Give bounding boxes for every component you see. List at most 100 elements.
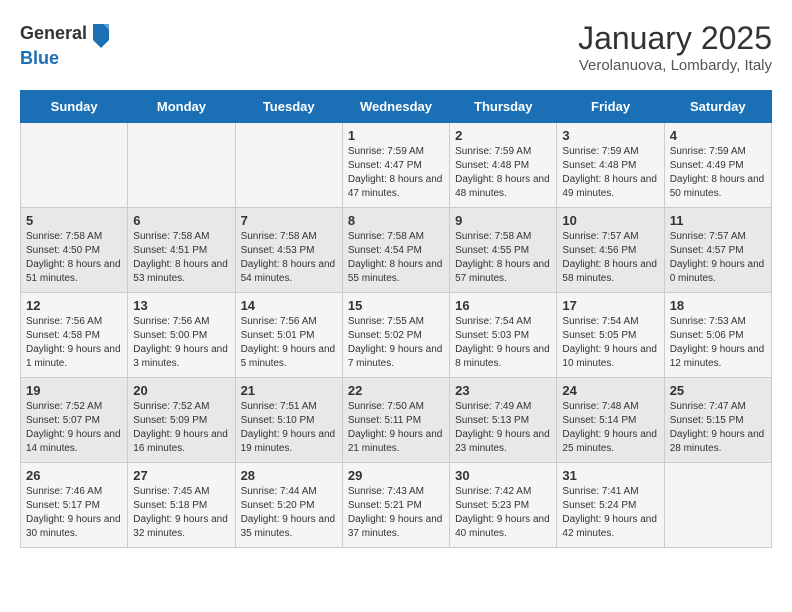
day-info: Sunrise: 7:54 AM Sunset: 5:03 PM Dayligh…: [455, 315, 551, 371]
calendar-day-cell: 19Sunrise: 7:52 AM Sunset: 5:07 PM Dayli…: [21, 378, 128, 463]
calendar-day-cell: 25 Sunrise: 7:47 AM Sunset: 5:15 PM Dayli…: [664, 378, 771, 463]
day-number: 18: [670, 298, 766, 313]
day-info: Sunrise: 7:58 AM Sunset: 4:50 PM Dayligh…: [26, 230, 122, 286]
day-number: 8: [348, 213, 444, 228]
weekday-header-row: SundayMondayTuesdayWednesdayThursdayFrid…: [21, 91, 772, 123]
calendar-day-cell: 8 Sunrise: 7:58 AM Sunset: 4:54 PM Daylig…: [342, 208, 449, 293]
calendar-day-cell: 13 Sunrise: 7:56 AM Sunset: 5:00 PM Dayli…: [128, 293, 235, 378]
day-number: 4: [670, 128, 766, 143]
day-info: Sunrise: 7:43 AM Sunset: 5:21 PM Dayligh…: [348, 485, 444, 541]
day-info: Sunrise: 7:59 AM Sunset: 4:48 PM Dayligh…: [562, 145, 658, 201]
calendar-title: January 2025: [578, 20, 772, 57]
calendar-header: SundayMondayTuesdayWednesdayThursdayFrid…: [21, 91, 772, 123]
day-info: Sunrise: 7:49 AM Sunset: 5:13 PM Dayligh…: [455, 400, 551, 456]
day-number: 25: [670, 383, 766, 398]
calendar-day-cell: 12Sunrise: 7:56 AM Sunset: 4:58 PM Dayli…: [21, 293, 128, 378]
day-number: 16: [455, 298, 551, 313]
day-number: 26: [26, 468, 122, 483]
day-info: Sunrise: 7:53 AM Sunset: 5:06 PM Dayligh…: [670, 315, 766, 371]
day-info: Sunrise: 7:58 AM Sunset: 4:54 PM Dayligh…: [348, 230, 444, 286]
day-number: 15: [348, 298, 444, 313]
calendar-day-cell: 17 Sunrise: 7:54 AM Sunset: 5:05 PM Dayli…: [557, 293, 664, 378]
calendar-week-row: 1Sunrise: 7:59 AM Sunset: 4:47 PM Daylig…: [21, 123, 772, 208]
day-number: 31: [562, 468, 658, 483]
calendar-week-row: 19Sunrise: 7:52 AM Sunset: 5:07 PM Dayli…: [21, 378, 772, 463]
day-info: Sunrise: 7:45 AM Sunset: 5:18 PM Dayligh…: [133, 485, 229, 541]
calendar-day-cell: [664, 463, 771, 548]
calendar-day-cell: 9 Sunrise: 7:58 AM Sunset: 4:55 PM Daylig…: [450, 208, 557, 293]
weekday-header-cell: Sunday: [21, 91, 128, 123]
day-info: Sunrise: 7:56 AM Sunset: 5:01 PM Dayligh…: [241, 315, 337, 371]
calendar-week-row: 12Sunrise: 7:56 AM Sunset: 4:58 PM Dayli…: [21, 293, 772, 378]
calendar-day-cell: 31Sunrise: 7:41 AM Sunset: 5:24 PM Dayli…: [557, 463, 664, 548]
calendar-day-cell: [21, 123, 128, 208]
day-number: 3: [562, 128, 658, 143]
weekday-header-cell: Tuesday: [235, 91, 342, 123]
day-number: 28: [241, 468, 337, 483]
day-number: 6: [133, 213, 229, 228]
day-number: 30: [455, 468, 551, 483]
day-info: Sunrise: 7:46 AM Sunset: 5:17 PM Dayligh…: [26, 485, 122, 541]
calendar-table: SundayMondayTuesdayWednesdayThursdayFrid…: [20, 90, 772, 548]
day-info: Sunrise: 7:54 AM Sunset: 5:05 PM Dayligh…: [562, 315, 658, 371]
weekday-header-cell: Wednesday: [342, 91, 449, 123]
day-number: 11: [670, 213, 766, 228]
calendar-day-cell: 5Sunrise: 7:58 AM Sunset: 4:50 PM Daylig…: [21, 208, 128, 293]
calendar-week-row: 5Sunrise: 7:58 AM Sunset: 4:50 PM Daylig…: [21, 208, 772, 293]
calendar-day-cell: 21 Sunrise: 7:51 AM Sunset: 5:10 PM Dayli…: [235, 378, 342, 463]
calendar-day-cell: 22Sunrise: 7:50 AM Sunset: 5:11 PM Dayli…: [342, 378, 449, 463]
day-number: 21: [241, 383, 337, 398]
day-number: 29: [348, 468, 444, 483]
day-info: Sunrise: 7:44 AM Sunset: 5:20 PM Dayligh…: [241, 485, 337, 541]
day-info: Sunrise: 7:52 AM Sunset: 5:07 PM Dayligh…: [26, 400, 122, 456]
calendar-week-row: 26 Sunrise: 7:46 AM Sunset: 5:17 PM Dayli…: [21, 463, 772, 548]
day-number: 17: [562, 298, 658, 313]
day-info: Sunrise: 7:48 AM Sunset: 5:14 PM Dayligh…: [562, 400, 658, 456]
day-number: 9: [455, 213, 551, 228]
logo-blue: Blue: [20, 48, 113, 70]
day-number: 23: [455, 383, 551, 398]
calendar-day-cell: 28 Sunrise: 7:44 AM Sunset: 5:20 PM Dayli…: [235, 463, 342, 548]
calendar-day-cell: 20Sunrise: 7:52 AM Sunset: 5:09 PM Dayli…: [128, 378, 235, 463]
logo-general: General: [20, 23, 87, 45]
calendar-day-cell: 23 Sunrise: 7:49 AM Sunset: 5:13 PM Dayli…: [450, 378, 557, 463]
calendar-day-cell: 26 Sunrise: 7:46 AM Sunset: 5:17 PM Dayli…: [21, 463, 128, 548]
day-number: 14: [241, 298, 337, 313]
title-block: January 2025 Verolanuova, Lombardy, Ital…: [578, 20, 772, 74]
logo-icon: [89, 20, 113, 48]
day-number: 13: [133, 298, 229, 313]
calendar-day-cell: 1Sunrise: 7:59 AM Sunset: 4:47 PM Daylig…: [342, 123, 449, 208]
day-info: Sunrise: 7:56 AM Sunset: 5:00 PM Dayligh…: [133, 315, 229, 371]
calendar-day-cell: 29 Sunrise: 7:43 AM Sunset: 5:21 PM Dayli…: [342, 463, 449, 548]
day-info: Sunrise: 7:52 AM Sunset: 5:09 PM Dayligh…: [133, 400, 229, 456]
calendar-day-cell: 11Sunrise: 7:57 AM Sunset: 4:57 PM Dayli…: [664, 208, 771, 293]
day-number: 27: [133, 468, 229, 483]
day-info: Sunrise: 7:58 AM Sunset: 4:55 PM Dayligh…: [455, 230, 551, 286]
day-info: Sunrise: 7:59 AM Sunset: 4:47 PM Dayligh…: [348, 145, 444, 201]
calendar-day-cell: 7 Sunrise: 7:58 AM Sunset: 4:53 PM Daylig…: [235, 208, 342, 293]
calendar-day-cell: 6 Sunrise: 7:58 AM Sunset: 4:51 PM Daylig…: [128, 208, 235, 293]
calendar-day-cell: 16 Sunrise: 7:54 AM Sunset: 5:03 PM Dayli…: [450, 293, 557, 378]
day-info: Sunrise: 7:55 AM Sunset: 5:02 PM Dayligh…: [348, 315, 444, 371]
weekday-header-cell: Thursday: [450, 91, 557, 123]
logo: General Blue: [20, 20, 113, 70]
day-info: Sunrise: 7:58 AM Sunset: 4:51 PM Dayligh…: [133, 230, 229, 286]
day-number: 2: [455, 128, 551, 143]
calendar-day-cell: 14 Sunrise: 7:56 AM Sunset: 5:01 PM Dayli…: [235, 293, 342, 378]
day-info: Sunrise: 7:59 AM Sunset: 4:48 PM Dayligh…: [455, 145, 551, 201]
day-info: Sunrise: 7:51 AM Sunset: 5:10 PM Dayligh…: [241, 400, 337, 456]
weekday-header-cell: Monday: [128, 91, 235, 123]
weekday-header-cell: Saturday: [664, 91, 771, 123]
calendar-day-cell: 15 Sunrise: 7:55 AM Sunset: 5:02 PM Dayli…: [342, 293, 449, 378]
calendar-subtitle: Verolanuova, Lombardy, Italy: [578, 57, 772, 74]
day-number: 12: [26, 298, 122, 313]
day-info: Sunrise: 7:47 AM Sunset: 5:15 PM Dayligh…: [670, 400, 766, 456]
day-number: 7: [241, 213, 337, 228]
day-info: Sunrise: 7:42 AM Sunset: 5:23 PM Dayligh…: [455, 485, 551, 541]
calendar-day-cell: 4 Sunrise: 7:59 AM Sunset: 4:49 PM Daylig…: [664, 123, 771, 208]
day-number: 10: [562, 213, 658, 228]
page-header: General Blue January 2025 Verolanuova, L…: [20, 20, 772, 74]
day-info: Sunrise: 7:59 AM Sunset: 4:49 PM Dayligh…: [670, 145, 766, 201]
day-info: Sunrise: 7:58 AM Sunset: 4:53 PM Dayligh…: [241, 230, 337, 286]
day-info: Sunrise: 7:57 AM Sunset: 4:56 PM Dayligh…: [562, 230, 658, 286]
